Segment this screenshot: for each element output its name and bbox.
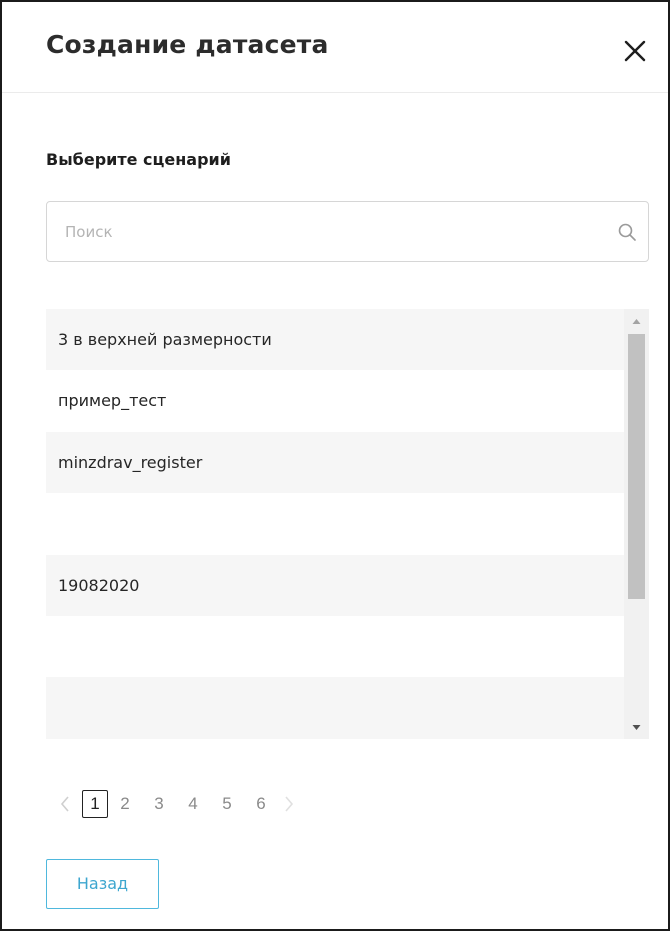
close-button[interactable] xyxy=(622,38,648,64)
scenario-section-label: Выберите сценарий xyxy=(46,150,231,169)
chevron-left-icon xyxy=(60,796,69,812)
dialog-header: Создание датасета xyxy=(2,2,668,93)
scenario-list-item[interactable]: 3 в верхней размерности xyxy=(46,309,624,371)
next-page-button[interactable] xyxy=(278,792,300,816)
scenario-list-item[interactable] xyxy=(46,677,624,739)
scenario-list-item[interactable]: minzdrav_register xyxy=(46,431,624,494)
scroll-down-button[interactable] xyxy=(624,717,649,737)
scenario-list-container: 3 в верхней размерности пример_тест minz… xyxy=(46,309,649,739)
scenario-list: 3 в верхней размерности пример_тест minz… xyxy=(46,309,624,739)
page-2[interactable]: 2 xyxy=(108,794,142,814)
search-input[interactable] xyxy=(47,202,565,261)
scenario-list-item[interactable]: пример_тест xyxy=(46,370,624,432)
chevron-right-icon xyxy=(285,796,294,812)
pagination: 1 2 3 4 5 6 xyxy=(54,788,300,820)
search-box[interactable] xyxy=(46,201,649,262)
triangle-up-icon xyxy=(632,319,641,324)
create-dataset-dialog: Создание датасета Выберите сценарий 3 в … xyxy=(0,0,670,931)
scroll-up-button[interactable] xyxy=(624,311,649,331)
back-button[interactable]: Назад xyxy=(46,859,159,909)
page-5[interactable]: 5 xyxy=(210,794,244,814)
search-icon[interactable] xyxy=(617,222,637,242)
scenario-list-item[interactable] xyxy=(46,615,624,678)
scenario-list-item[interactable] xyxy=(46,493,624,555)
scrollbar-thumb[interactable] xyxy=(628,334,645,599)
page-6[interactable]: 6 xyxy=(244,794,278,814)
page-1[interactable]: 1 xyxy=(82,790,108,818)
triangle-down-icon xyxy=(632,725,641,730)
scenario-list-item[interactable]: 19082020 xyxy=(46,554,624,616)
dialog-title: Создание датасета xyxy=(46,30,329,59)
close-icon xyxy=(624,40,646,62)
list-scrollbar[interactable] xyxy=(624,309,649,739)
page-3[interactable]: 3 xyxy=(142,794,176,814)
prev-page-button[interactable] xyxy=(54,792,76,816)
page-4[interactable]: 4 xyxy=(176,794,210,814)
